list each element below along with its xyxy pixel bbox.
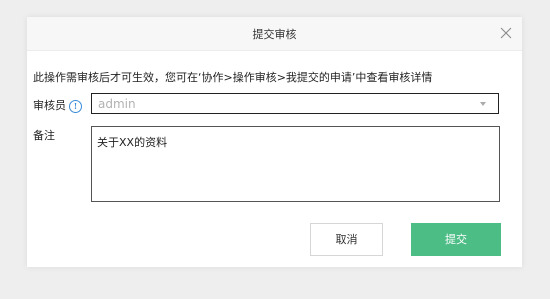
close-icon[interactable]: [500, 27, 512, 39]
chevron-down-icon: [480, 102, 486, 106]
remark-label: 备注: [33, 129, 55, 142]
reviewer-label-group: 审核员!: [33, 97, 82, 113]
reviewer-label: 审核员: [33, 99, 66, 112]
dialog-title: 提交审核: [252, 28, 297, 41]
remark-textarea[interactable]: 关于XX的资料: [91, 126, 500, 202]
notice-text: 此操作需审核后才可生效，您可在‘协作>操作审核>我提交的申请’中查看审核详情: [33, 71, 433, 84]
dialog-header: 提交审核: [27, 17, 522, 51]
submit-button[interactable]: 提交: [411, 223, 501, 256]
reviewer-select[interactable]: admin: [91, 93, 499, 114]
submit-review-dialog: 提交审核 此操作需审核后才可生效，您可在‘协作>操作审核>我提交的申请’中查看审…: [27, 17, 522, 267]
info-icon[interactable]: !: [69, 100, 82, 113]
cancel-button[interactable]: 取消: [310, 223, 383, 256]
reviewer-select-value: admin: [98, 97, 136, 111]
